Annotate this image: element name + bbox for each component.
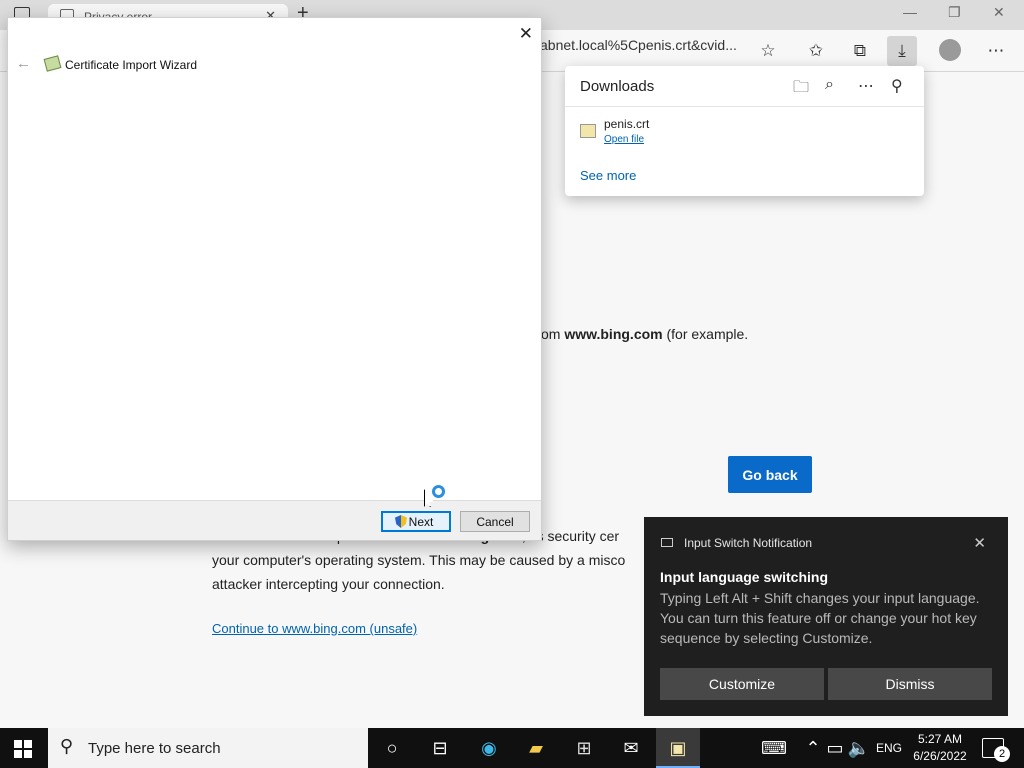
input-switch-notification: Input Switch Notification ✕ Input langua…	[644, 517, 1008, 716]
file-explorer-icon[interactable]: ▰	[523, 736, 549, 760]
start-button[interactable]	[14, 740, 32, 758]
downloads-divider	[565, 106, 924, 107]
taskbar-search-box[interactable]: ⚲ Type here to search	[48, 728, 368, 768]
certificate-icon	[43, 55, 62, 72]
heading-prefix: om	[541, 326, 565, 342]
certificate-app-icon: ▣	[669, 738, 687, 758]
notification-title: Input language switching	[660, 569, 828, 585]
pin-icon[interactable]: ⚲	[891, 76, 903, 96]
edge-browser-icon[interactable]: ◉	[476, 736, 502, 760]
see-more-link[interactable]: See more	[580, 168, 636, 183]
mail-icon[interactable]: ✉	[618, 736, 644, 760]
open-file-link[interactable]: Open file	[604, 134, 644, 145]
downloads-title: Downloads	[580, 78, 655, 95]
restore-button[interactable]: ❐	[948, 4, 961, 21]
error-heading-fragment: om www.bing.com (for example.	[541, 326, 748, 342]
heading-suffix: (for example.	[662, 326, 749, 342]
search-icon: ⚲	[60, 736, 74, 756]
volume-icon[interactable]: 🔈	[846, 736, 872, 760]
customize-button[interactable]: Customize	[660, 668, 824, 700]
search-icon[interactable]: ⌕	[825, 76, 834, 94]
certificate-file-icon	[580, 124, 596, 138]
keyboard-icon	[661, 538, 673, 547]
windows-logo-icon	[14, 750, 22, 758]
clock-date: 6/26/2022	[913, 749, 967, 763]
downloads-panel: Downloads 🗀 ⌕ ⋯ ⚲ penis.crt Open file Se…	[565, 66, 924, 196]
search-placeholder: Type here to search	[88, 740, 221, 757]
address-bar[interactable]: abnet.local%5Cpenis.crt&cvid...	[540, 37, 737, 53]
cancel-button[interactable]: Cancel	[460, 511, 530, 532]
uac-shield-icon	[395, 515, 407, 528]
next-button[interactable]: Next	[381, 511, 451, 532]
cortana-icon[interactable]: ○	[379, 736, 405, 760]
wizard-back-icon[interactable]: ←	[16, 55, 31, 72]
clock-time: 5:27 AM	[917, 732, 963, 746]
network-icon[interactable]: ▭	[822, 736, 848, 760]
certificate-import-wizard: ✕ ← Certificate Import Wizard Next Cance…	[7, 17, 542, 541]
busy-indicator-icon	[432, 485, 445, 498]
wizard-close-icon[interactable]: ✕	[519, 24, 533, 44]
taskbar: ⚲ Type here to search ○ ⊟ ◉ ▰ ⊞ ✉ ▣ ⌨ ⌃ …	[0, 728, 1024, 768]
detail-line-2: your computer's operating system. This m…	[212, 552, 626, 568]
detail-line-3: attacker intercepting your connection.	[212, 576, 445, 592]
downloads-icon[interactable]: ⤓	[887, 36, 917, 66]
next-label: Next	[408, 514, 434, 529]
notification-body: Typing Left Alt + Shift changes your inp…	[660, 590, 980, 646]
heading-domain: www.bing.com	[564, 326, 663, 342]
input-language-indicator[interactable]: ENG	[876, 741, 902, 755]
windows-logo-icon	[24, 740, 32, 748]
notification-app-name: Input Switch Notification	[684, 536, 813, 550]
windows-logo-icon	[24, 750, 32, 758]
continue-unsafe-link[interactable]: Continue to www.bing.com (unsafe)	[212, 621, 417, 636]
notification-close-icon[interactable]: ✕	[973, 534, 986, 552]
wizard-footer: Next Cancel	[8, 500, 541, 540]
minimize-button[interactable]: —	[903, 4, 917, 20]
collections-icon[interactable]: ⧉	[845, 36, 875, 66]
windows-logo-icon	[14, 740, 22, 748]
system-clock[interactable]: 5:27 AM 6/26/2022	[910, 731, 970, 765]
microsoft-store-icon[interactable]: ⊞	[571, 736, 597, 760]
dismiss-button[interactable]: Dismiss	[828, 668, 992, 700]
open-folder-icon[interactable]: 🗀	[793, 76, 809, 103]
profile-avatar[interactable]	[939, 39, 961, 61]
settings-more-icon[interactable]: ⋯	[981, 36, 1011, 66]
notification-count-badge: 2	[994, 746, 1010, 762]
favorites-icon[interactable]: ✩	[801, 36, 831, 66]
go-back-button[interactable]: Go back	[728, 456, 812, 493]
more-options-icon[interactable]: ⋯	[858, 76, 874, 96]
add-favorite-icon[interactable]: ☆	[753, 36, 783, 66]
wizard-title: Certificate Import Wizard	[65, 58, 198, 72]
touch-keyboard-icon[interactable]: ⌨	[761, 736, 787, 760]
download-file-name[interactable]: penis.crt	[604, 117, 649, 131]
certificate-wizard-taskbar-item[interactable]: ▣	[656, 728, 700, 768]
task-view-icon[interactable]: ⊟	[427, 736, 453, 760]
window-close-button[interactable]: ✕	[993, 4, 1005, 21]
